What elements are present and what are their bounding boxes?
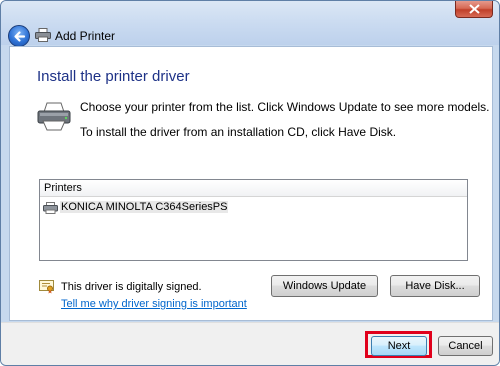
driver-signing-link[interactable]: Tell me why driver signing is important <box>61 298 247 310</box>
wizard-content: Install the printer driver Choose your p… <box>9 46 493 321</box>
list-item-label: KONICA MINOLTA C364SeriesPS <box>60 201 229 213</box>
next-button[interactable]: Next <box>371 336 427 356</box>
printer-icon <box>35 28 51 42</box>
printers-listbox[interactable]: Printers KONICA MINOLTA C364SeriesPS <box>39 179 468 261</box>
close-button[interactable] <box>455 1 493 18</box>
back-button[interactable] <box>8 25 30 47</box>
signing-status: This driver is digitally signed. <box>61 281 202 293</box>
close-icon <box>469 4 480 14</box>
windows-update-button[interactable]: Windows Update <box>271 275 378 297</box>
column-header-label: Printers <box>44 182 82 194</box>
certificate-icon <box>39 280 54 294</box>
title-bar: Add Printer <box>1 1 499 47</box>
back-arrow-icon <box>14 31 26 42</box>
window-title: Add Printer <box>55 29 116 43</box>
printers-column-header[interactable]: Printers <box>40 180 467 197</box>
instruction-text: To install the driver from an installati… <box>80 125 397 139</box>
wizard-footer: Next Cancel <box>1 322 499 365</box>
printer-icon <box>37 102 71 131</box>
instruction-text: Choose your printer from the list. Click… <box>80 100 490 114</box>
have-disk-button[interactable]: Have Disk... <box>390 275 480 297</box>
page-heading: Install the printer driver <box>37 68 190 85</box>
add-printer-window: Add Printer Install the printer driver C… <box>0 0 500 366</box>
cancel-button[interactable]: Cancel <box>438 336 493 356</box>
printer-icon <box>43 202 58 214</box>
